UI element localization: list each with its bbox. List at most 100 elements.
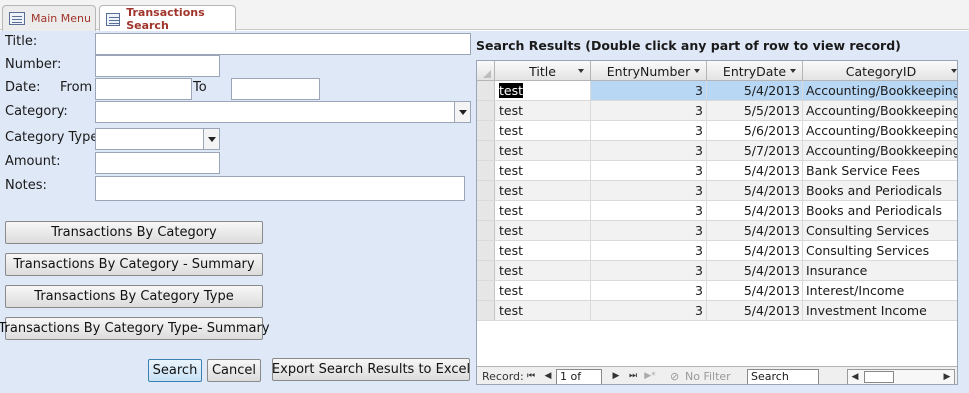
- cell-entrynumber[interactable]: 3: [591, 261, 707, 280]
- row-selector[interactable]: [477, 261, 495, 280]
- category-type-combo[interactable]: [95, 128, 220, 150]
- cell-title[interactable]: test: [495, 141, 591, 160]
- cell-entrynumber[interactable]: 3: [591, 241, 707, 260]
- table-row[interactable]: test 3 5/4/2013 Consulting Services: [477, 221, 957, 241]
- table-row[interactable]: test 3 5/4/2013 Interest/Income: [477, 281, 957, 301]
- table-row[interactable]: test 3 5/4/2013 Books and Periodicals: [477, 201, 957, 221]
- cell-categoryid[interactable]: Insurance: [803, 261, 957, 280]
- table-row[interactable]: test 3 5/5/2013 Accounting/Bookkeeping: [477, 101, 957, 121]
- cell-title[interactable]: test: [495, 281, 591, 300]
- cell-categoryid[interactable]: Bank Service Fees: [803, 161, 957, 180]
- dropdown-arrow-icon[interactable]: [951, 69, 957, 73]
- dropdown-arrow-icon[interactable]: [578, 69, 584, 73]
- scroll-thumb[interactable]: [864, 371, 894, 383]
- cell-entrynumber[interactable]: 3: [591, 181, 707, 200]
- horizontal-scrollbar[interactable]: ◀ ▶: [847, 369, 955, 384]
- row-selector[interactable]: [477, 101, 495, 120]
- cell-entrydate[interactable]: 5/4/2013: [707, 201, 803, 220]
- cell-entrydate[interactable]: 5/4/2013: [707, 181, 803, 200]
- table-row[interactable]: test 3 5/4/2013 Investment Income: [477, 301, 957, 321]
- cell-title[interactable]: test: [495, 81, 591, 100]
- row-selector[interactable]: [477, 181, 495, 200]
- cell-title[interactable]: test: [495, 161, 591, 180]
- previous-record-icon[interactable]: ◀: [542, 370, 554, 383]
- title-input[interactable]: [95, 33, 471, 55]
- export-to-excel-button[interactable]: Export Search Results to Excel: [272, 358, 470, 381]
- scroll-left-icon[interactable]: ◀: [848, 370, 862, 384]
- transactions-by-category-type-summary-button[interactable]: Transactions By Category Type- Summary: [0, 317, 270, 340]
- notes-input[interactable]: [95, 176, 465, 201]
- cell-title[interactable]: test: [495, 221, 591, 240]
- row-selector[interactable]: [477, 281, 495, 300]
- column-header-title[interactable]: Title: [495, 61, 591, 81]
- new-record-icon[interactable]: ▶*: [644, 370, 656, 383]
- cell-entrynumber[interactable]: 3: [591, 161, 707, 180]
- search-results-datasheet[interactable]: Title EntryNumber EntryDate CategoryID t…: [476, 60, 958, 385]
- row-selector[interactable]: [477, 301, 495, 320]
- transactions-by-category-button[interactable]: Transactions By Category: [5, 221, 263, 244]
- cell-categoryid[interactable]: Accounting/Bookkeeping: [803, 81, 957, 100]
- dropdown-arrow-icon[interactable]: [790, 69, 796, 73]
- cell-categoryid[interactable]: Books and Periodicals: [803, 181, 957, 200]
- no-filter-button[interactable]: No Filter: [685, 370, 731, 383]
- cell-categoryid[interactable]: Accounting/Bookkeeping: [803, 101, 957, 120]
- category-combo[interactable]: [95, 101, 471, 123]
- column-header-entrynumber[interactable]: EntryNumber: [591, 61, 707, 81]
- cell-entrynumber[interactable]: 3: [591, 141, 707, 160]
- cell-categoryid[interactable]: Consulting Services: [803, 221, 957, 240]
- row-selector[interactable]: [477, 241, 495, 260]
- record-search-box[interactable]: Search: [747, 369, 819, 384]
- table-row[interactable]: test 3 5/4/2013 Books and Periodicals: [477, 181, 957, 201]
- next-record-icon[interactable]: ▶: [610, 370, 622, 383]
- current-record-input[interactable]: 1 of 12: [556, 369, 602, 384]
- first-record-icon[interactable]: ⏮: [525, 370, 537, 383]
- cell-entrydate[interactable]: 5/4/2013: [707, 281, 803, 300]
- column-header-entrydate[interactable]: EntryDate: [707, 61, 803, 81]
- table-row[interactable]: test 3 5/4/2013 Consulting Services: [477, 241, 957, 261]
- cell-categoryid[interactable]: Interest/Income: [803, 281, 957, 300]
- cell-entrydate[interactable]: 5/4/2013: [707, 261, 803, 280]
- cell-entrynumber[interactable]: 3: [591, 121, 707, 140]
- table-row[interactable]: test 3 5/6/2013 Accounting/Bookkeeping: [477, 121, 957, 141]
- cell-entrydate[interactable]: 5/6/2013: [707, 121, 803, 140]
- column-header-categoryid[interactable]: CategoryID: [803, 61, 957, 81]
- cancel-button[interactable]: Cancel: [207, 359, 261, 382]
- cell-categoryid[interactable]: Investment Income: [803, 301, 957, 320]
- last-record-icon[interactable]: ⏭: [627, 370, 639, 383]
- cell-categoryid[interactable]: Accounting/Bookkeeping: [803, 121, 957, 140]
- row-selector[interactable]: [477, 201, 495, 220]
- cell-entrydate[interactable]: 5/5/2013: [707, 101, 803, 120]
- cell-entrydate[interactable]: 5/4/2013: [707, 221, 803, 240]
- cell-entrydate[interactable]: 5/7/2013: [707, 141, 803, 160]
- cell-entrydate[interactable]: 5/4/2013: [707, 301, 803, 320]
- cell-entrynumber[interactable]: 3: [591, 221, 707, 240]
- table-row[interactable]: test 3 5/4/2013 Accounting/Bookkeeping: [477, 81, 957, 101]
- date-from-input[interactable]: [95, 78, 192, 100]
- tab-main-menu[interactable]: Main Menu: [2, 5, 96, 31]
- search-button[interactable]: Search: [148, 359, 202, 382]
- select-all-corner[interactable]: [477, 61, 495, 81]
- amount-input[interactable]: [95, 152, 220, 174]
- cell-title[interactable]: test: [495, 121, 591, 140]
- table-row[interactable]: test 3 5/4/2013 Insurance: [477, 261, 957, 281]
- cell-entrydate[interactable]: 5/4/2013: [707, 81, 803, 100]
- row-selector[interactable]: [477, 141, 495, 160]
- cell-title[interactable]: test: [495, 101, 591, 120]
- cell-title[interactable]: test: [495, 261, 591, 280]
- cell-entrynumber[interactable]: 3: [591, 281, 707, 300]
- cell-title[interactable]: test: [495, 241, 591, 260]
- row-selector[interactable]: [477, 161, 495, 180]
- scroll-right-icon[interactable]: ▶: [940, 370, 954, 384]
- cell-title[interactable]: test: [495, 201, 591, 220]
- cell-categoryid[interactable]: Accounting/Bookkeeping: [803, 141, 957, 160]
- cell-title[interactable]: test: [495, 301, 591, 320]
- cell-entrynumber[interactable]: 3: [591, 301, 707, 320]
- transactions-by-category-summary-button[interactable]: Transactions By Category - Summary: [5, 253, 263, 276]
- tab-transactions-search[interactable]: Transactions Search: [99, 5, 236, 32]
- chevron-down-icon[interactable]: [203, 129, 219, 149]
- cell-entrynumber[interactable]: 3: [591, 81, 707, 100]
- cell-entrydate[interactable]: 5/4/2013: [707, 161, 803, 180]
- row-selector[interactable]: [477, 221, 495, 240]
- number-input[interactable]: [95, 55, 220, 77]
- table-row[interactable]: test 3 5/7/2013 Accounting/Bookkeeping: [477, 141, 957, 161]
